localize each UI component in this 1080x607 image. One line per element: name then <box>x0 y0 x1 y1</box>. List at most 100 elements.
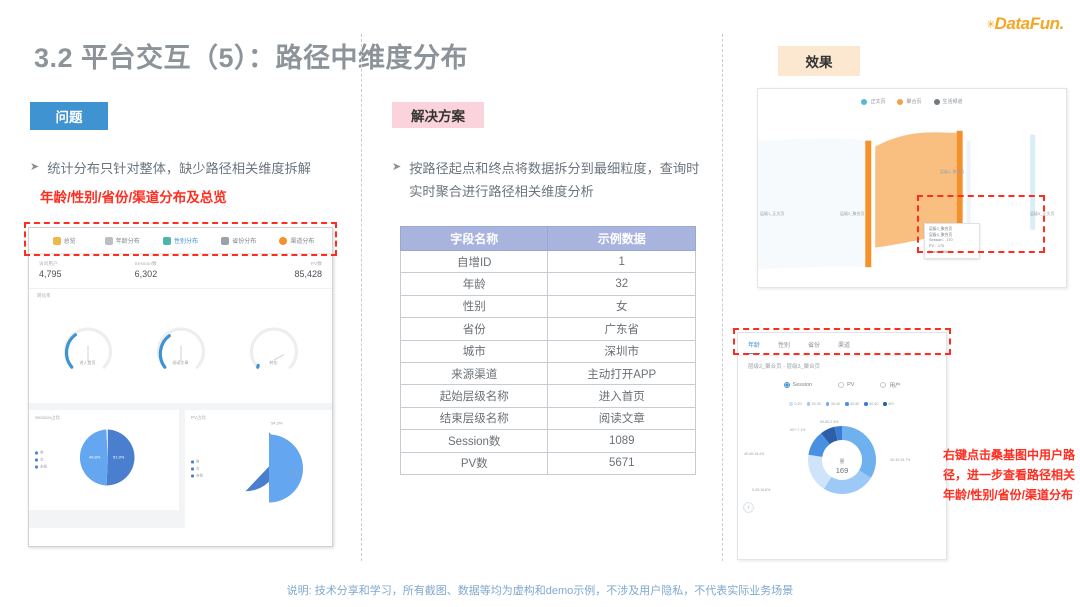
gauge-row: 进入首页 阅读文章 转化 <box>29 299 332 403</box>
donut-center: 量 169 <box>836 458 849 475</box>
cell-field: PV数 <box>399 451 549 475</box>
cell-field: 城市 <box>399 339 549 363</box>
sankey-canvas[interactable]: 层级1_正文页 层级2_聚合页 层级3_聚合页 层级4_正文页 层级2_聚合页 … <box>758 111 1066 287</box>
logo-dot: . <box>1059 14 1065 33</box>
cell-value: 1 <box>547 249 696 274</box>
dashboard-tab-gender[interactable]: 性别分布 <box>151 236 209 245</box>
divider-left <box>361 34 362 561</box>
table-header-row: 字段名称 示例数据 <box>399 226 696 251</box>
dashboard-tab-age[interactable]: 年龄分布 <box>93 236 151 245</box>
dashboard-tabbar: 总览 年龄分布 性别分布 省份分布 渠道分布 <box>29 228 332 254</box>
table-row: 省份 广东省 <box>399 317 696 341</box>
cell-field: 年龄 <box>399 272 549 296</box>
table-row: 起始层级名称 进入首页 <box>399 384 696 408</box>
cell-field: 省份 <box>399 317 549 341</box>
section-chip-effect: 效果 <box>778 46 860 76</box>
dashboard-tab-channel[interactable]: 渠道分布 <box>268 236 326 245</box>
problem-bullet: ➤ 统计分布只针对整体，缺少路径相关维度拆解 <box>30 157 350 180</box>
donut-center-title: 量 <box>839 459 845 465</box>
gauge-chart: 转化 <box>247 324 301 378</box>
radio-icon <box>838 382 845 388</box>
overview-icon <box>52 236 61 245</box>
slide-root: ✳ DataFun. 3.2 平台交互（5）：路径中维度分布 问题 解决方案 效果… <box>0 0 1080 607</box>
legend-label: 男 <box>40 450 44 455</box>
metric-value: 85,428 <box>294 269 323 279</box>
bullet-arrow-icon: ➤ <box>30 161 40 173</box>
legend-item-juhe: 聚合页 <box>897 98 922 105</box>
donut-label-40-50: 40-50:15.4% <box>744 452 765 456</box>
gauge-chart: 阅读文章 <box>154 324 208 378</box>
donut-label-0-20: 0-20:16.6% <box>752 488 771 492</box>
metric-label: PV数 <box>310 261 323 266</box>
table-row: PV数 5671 <box>399 451 696 475</box>
legend-swatch <box>897 98 904 105</box>
radio-user[interactable]: 用户 <box>880 381 900 389</box>
detail-tab-province[interactable]: 省份 <box>808 340 820 354</box>
sankey-tooltip: 层级2_聚合页 层级3_聚合页 Session：170 PV：170 User：… <box>924 223 980 260</box>
metric-value: 4,795 <box>39 269 62 279</box>
solution-bullet: ➤ 按路径起点和终点将数据拆分到最细粒度，查询时实时聚合进行路径相关维度分析 <box>392 157 702 203</box>
detail-tab-gender[interactable]: 性别 <box>778 340 790 354</box>
gender-icon <box>163 236 171 245</box>
cell-value: 1089 <box>547 429 696 453</box>
legend-label: 男 <box>196 459 200 464</box>
section-chip-solution: 解决方案 <box>392 102 484 128</box>
metric-label: 访问用户 <box>39 261 58 266</box>
pie-legend: 男 女 未知 <box>191 458 203 481</box>
dashboard-tab-overview[interactable]: 总览 <box>35 236 93 245</box>
table-row: 来源渠道 主动打开APP <box>399 361 696 386</box>
radio-label: 用户 <box>889 383 901 389</box>
pie-slice-label: 54.3% <box>271 420 283 426</box>
detail-metric-radios: Session PV 用户 <box>738 370 946 389</box>
legend-swatch <box>933 98 940 105</box>
sankey-node-label-4: 层级4_正文页 <box>1030 211 1055 216</box>
cell-value: 深圳市 <box>547 339 696 363</box>
pie-label: PV占比 <box>191 415 207 420</box>
tab-label: 省份分布 <box>232 239 257 245</box>
cell-field: 结束层级名称 <box>399 406 549 431</box>
pie-legend: 男 女 未知 <box>35 449 47 472</box>
detail-tab-age[interactable]: 年龄 <box>748 340 761 354</box>
donut-label-30-40: 30-40:33.7% <box>890 458 911 462</box>
detail-tabbar: 年龄 性别 省份 渠道 <box>738 333 946 354</box>
legend-swatch <box>35 451 38 455</box>
detail-tab-channel[interactable]: 渠道 <box>838 340 850 354</box>
table-row: 城市 深圳市 <box>399 339 696 363</box>
sankey-legend: 正文页 聚合页 生活频道 <box>758 89 1066 105</box>
metric-label: Session数 <box>134 261 157 266</box>
metric-sessions: Session数 6,302 <box>135 261 227 279</box>
pie-chart-pv: 54.3% 43.2% <box>227 421 311 514</box>
sankey-node-label-2: 层级2_聚合页 <box>840 211 865 216</box>
gauge-value: 阅读文章 <box>172 360 189 365</box>
donut-label-60plus: 60+:7.1% <box>790 428 806 432</box>
metrics-row: 访问用户 4,795 Session数 6,302 PV数 85,428 <box>29 254 332 289</box>
legend-label: 生活频道 <box>942 99 963 105</box>
legend-swatch <box>861 98 868 105</box>
donut-center-value: 169 <box>835 466 849 475</box>
radio-pv[interactable]: PV <box>838 381 854 389</box>
dashboard-tab-province[interactable]: 省份分布 <box>210 236 268 245</box>
schema-table: 字段名称 示例数据 自增ID 1 年龄 32 性别女 省份 广东省 城市 深圳市 来源渠… <box>399 226 696 475</box>
tab-label: 年龄分布 <box>115 239 140 245</box>
gauge-panel-label: 转化率 <box>37 293 51 298</box>
radio-label: Session <box>792 382 813 388</box>
tab-label: 渠道分布 <box>290 239 315 245</box>
detail-breadcrumb: 层级2_聚合页 - 层级3_聚合页 <box>738 355 946 370</box>
cell-value: 阅读文章 <box>547 406 696 431</box>
radio-session[interactable]: Session <box>783 381 813 389</box>
gauge-value: 进入首页 <box>79 360 96 365</box>
detail-screenshot: 年龄 性别 省份 渠道 层级2_聚合页 - 层级3_聚合页 Session PV… <box>737 332 947 560</box>
chevron-right-icon[interactable]: › <box>743 502 754 513</box>
sankey-node-label-3: 层级3_聚合页 <box>940 169 965 174</box>
pie-label: Session占比 <box>35 415 61 420</box>
problem-red-label: 年龄/性别/省份/渠道分布及总览 <box>40 190 227 205</box>
sparkle-icon: ✳ <box>986 18 995 31</box>
panel-divider <box>29 403 332 410</box>
bullet-arrow-icon: ➤ <box>392 161 402 173</box>
sankey-screenshot: 正文页 聚合页 生活频道 层级1_正文页 层级2_聚合页 层级3_聚合页 层级4… <box>757 88 1067 288</box>
channel-icon <box>279 236 288 245</box>
legend-label: 未知 <box>40 464 48 469</box>
page-title: 3.2 平台交互（5）：路径中维度分布 <box>34 43 469 73</box>
metric-users: 访问用户 4,795 <box>39 261 131 279</box>
legend-label: 女 <box>196 466 200 471</box>
